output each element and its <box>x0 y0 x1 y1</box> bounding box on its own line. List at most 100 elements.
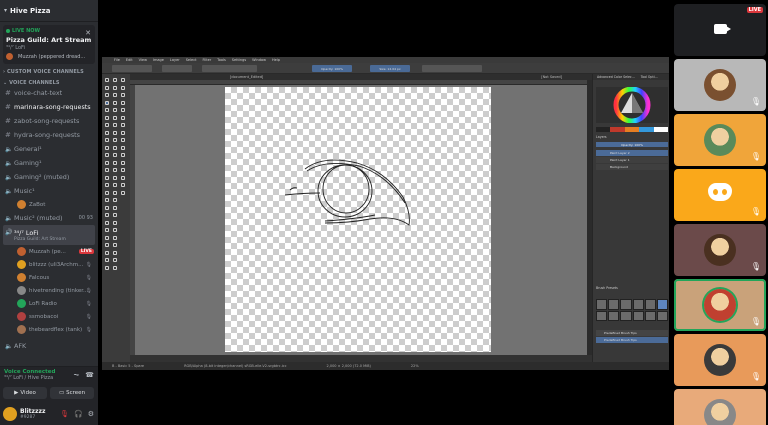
menu-item[interactable]: Help <box>272 58 280 62</box>
tool-icon[interactable] <box>121 183 125 187</box>
tool-icon[interactable] <box>121 138 125 142</box>
tool-icon[interactable] <box>105 243 109 247</box>
tool-icon[interactable] <box>113 123 117 127</box>
headphones-icon[interactable]: 🎧 <box>74 410 83 418</box>
tool-icon[interactable] <box>121 175 125 180</box>
tool-icon[interactable] <box>121 153 125 157</box>
channel-marinara-song-requests[interactable]: # marinara-song-requests <box>0 100 98 114</box>
tool-icon[interactable] <box>113 78 117 82</box>
brush-preset[interactable] <box>608 310 620 321</box>
docker-tab[interactable]: Tool Opti... <box>641 75 658 79</box>
voice-user-zabot[interactable]: ZaBot <box>0 198 98 211</box>
channel-gaming-2[interactable]: 🔈 Gaming² (muted) <box>0 170 98 184</box>
tool-icon[interactable] <box>121 93 125 97</box>
channel-voice-chat-text[interactable]: # voice-chat-text <box>0 86 98 100</box>
voice-user[interactable]: Muzzah (pe... LIVE <box>0 245 98 258</box>
channel-zabot-song-requests[interactable]: # zabot-song-requests <box>0 114 98 128</box>
tool-icon[interactable] <box>121 130 125 135</box>
channel-music-1[interactable]: 🔈 Music¹ <box>0 184 98 198</box>
tool-icon[interactable] <box>121 85 125 90</box>
voice-user[interactable]: thebeardflex (tank) 🎙 <box>0 323 98 336</box>
tool-icon[interactable] <box>105 198 109 202</box>
tool-icon[interactable] <box>105 213 109 217</box>
drawing-canvas[interactable] <box>225 87 491 352</box>
tool-icon[interactable] <box>121 123 125 127</box>
tool-icon[interactable] <box>105 130 109 135</box>
menu-item[interactable]: Layer <box>170 58 180 62</box>
gear-icon[interactable]: ⚙ <box>88 410 94 418</box>
menu-item[interactable]: Settings <box>232 58 246 62</box>
tool-icon[interactable] <box>105 168 109 172</box>
brush-preset[interactable] <box>620 310 632 321</box>
advanced-color-selector[interactable] <box>596 86 668 124</box>
tool-icon[interactable] <box>113 138 117 142</box>
brush-presets-tab[interactable]: Brush Presets <box>596 286 618 290</box>
tool-icon[interactable] <box>113 198 117 202</box>
tool-icon[interactable] <box>121 190 125 195</box>
tool-icon[interactable] <box>121 78 125 82</box>
voice-user[interactable]: hivetrending (tinker... 🎙 <box>0 284 98 297</box>
toolbar-mirror-group[interactable] <box>422 65 482 72</box>
opacity-slider[interactable]: Opacity: 100% <box>312 65 352 72</box>
tool-icon[interactable] <box>121 100 125 105</box>
participant-tile[interactable]: 🎙 <box>674 334 766 386</box>
participant-tile[interactable]: 🎙 <box>674 59 766 111</box>
channel-general[interactable]: 🔈 General¹ <box>0 142 98 156</box>
close-icon[interactable]: ✕ <box>85 29 91 37</box>
brush-preset[interactable] <box>656 310 668 321</box>
tool-icon[interactable] <box>113 145 117 150</box>
brush-preset[interactable] <box>596 299 608 310</box>
participant-tile[interactable]: 🎙 <box>674 224 766 276</box>
tool-icon[interactable] <box>113 250 117 255</box>
tool-icon[interactable] <box>105 175 109 180</box>
tool-icon[interactable] <box>105 205 109 210</box>
user-avatar[interactable] <box>3 406 17 421</box>
tool-icon[interactable] <box>113 258 117 262</box>
tool-icon[interactable] <box>113 213 117 217</box>
tool-icon[interactable] <box>113 108 117 112</box>
tool-icon[interactable] <box>105 123 109 127</box>
menu-item[interactable]: Edit <box>126 58 133 62</box>
tool-icon[interactable] <box>121 160 125 165</box>
tool-icon[interactable] <box>113 265 117 270</box>
color-history[interactable] <box>596 127 669 132</box>
tool-icon[interactable] <box>105 93 109 97</box>
menu-item[interactable]: Image <box>153 58 164 62</box>
disconnect-icon[interactable]: ☎ <box>85 371 94 380</box>
tool-icon[interactable] <box>105 100 109 105</box>
tool-icon[interactable] <box>105 85 109 90</box>
screen-share-button[interactable]: ▭ Screen <box>50 387 94 399</box>
menu-item[interactable]: File <box>114 58 120 62</box>
brush-tip-row[interactable]: Predefined Brush Tips <box>596 330 668 336</box>
layer-row[interactable]: Paint Layer 1 <box>596 157 668 163</box>
tool-icon[interactable] <box>113 243 117 247</box>
tool-icon[interactable] <box>121 115 125 120</box>
discord-tile[interactable]: 🎙 <box>674 169 766 221</box>
microphone-muted-icon[interactable]: 🎙 <box>60 410 69 418</box>
tool-icon[interactable] <box>105 145 109 150</box>
layer-opacity-slider[interactable]: Opacity: 100% <box>596 142 668 147</box>
docker-tab[interactable]: Advanced Color Selec... <box>597 75 635 79</box>
tool-icon[interactable] <box>105 250 109 255</box>
brush-preset[interactable] <box>608 299 620 310</box>
tool-icon[interactable] <box>121 145 125 150</box>
channel-afk[interactable]: 🔈 AFK <box>0 339 98 353</box>
tool-icon[interactable] <box>113 235 117 240</box>
channel-lofi-active[interactable]: 🔊 ³⁴/⁷ LoFi Pizza Guild: Art Stream <box>3 225 95 245</box>
voice-user[interactable]: ssmobacoi 🎙 <box>0 310 98 323</box>
brush-preset[interactable] <box>656 299 668 310</box>
tool-icon[interactable] <box>113 228 117 232</box>
tool-icon[interactable] <box>121 168 125 172</box>
tool-icon[interactable] <box>105 228 109 232</box>
blend-mode-select[interactable] <box>202 65 257 72</box>
tool-icon[interactable] <box>105 190 109 195</box>
brush-preset[interactable] <box>644 310 656 321</box>
layers-tab[interactable]: Layers <box>596 135 607 139</box>
tool-icon[interactable] <box>105 153 109 157</box>
tool-icon[interactable] <box>113 93 117 97</box>
tool-icon[interactable] <box>113 115 117 120</box>
tool-icon[interactable] <box>113 220 117 225</box>
tool-icon[interactable] <box>113 160 117 165</box>
participant-tile[interactable]: 🎙 <box>674 279 766 331</box>
menu-item[interactable]: Select <box>186 58 197 62</box>
